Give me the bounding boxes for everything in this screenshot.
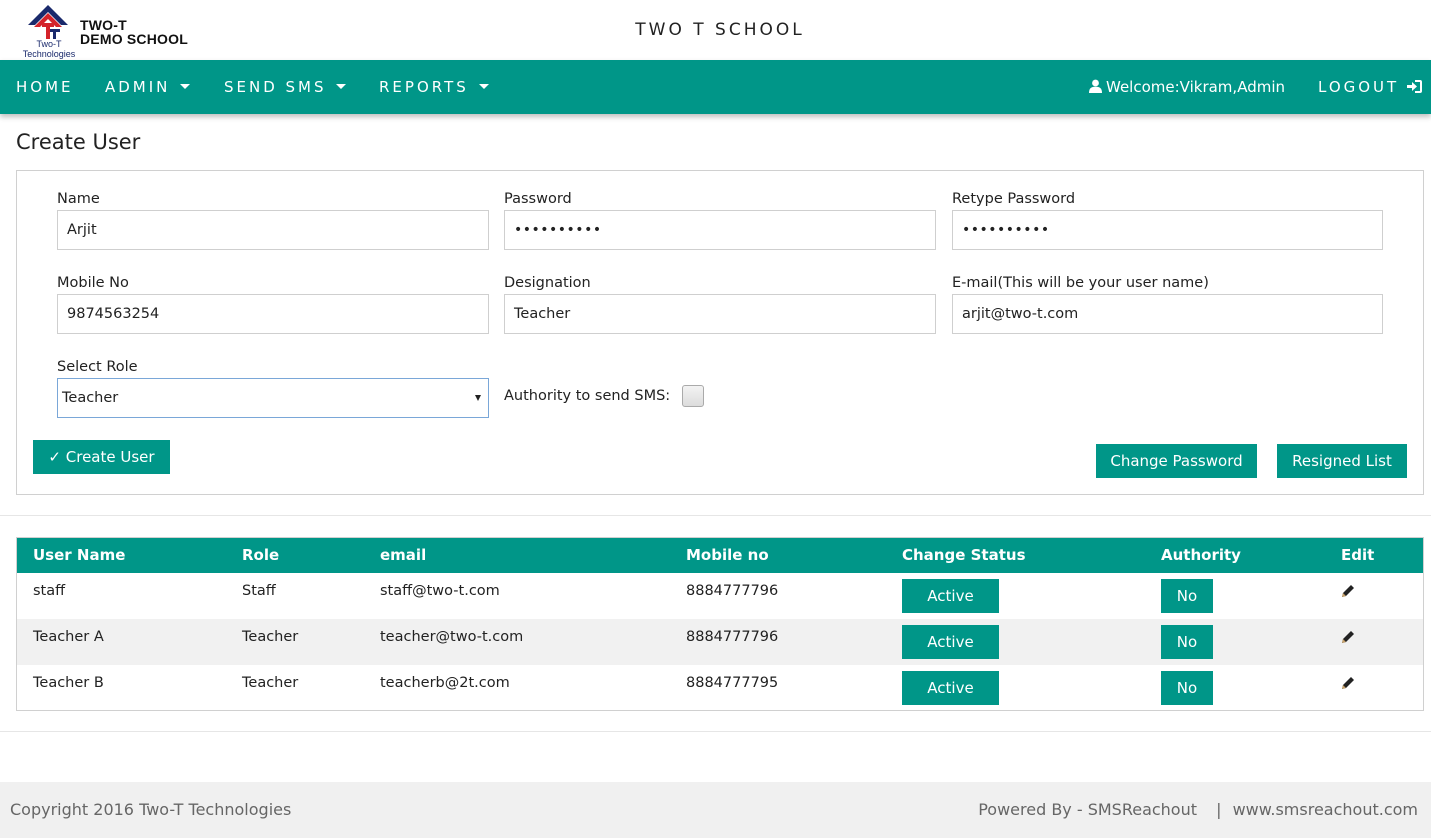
cell-user-name: Teacher A (33, 629, 104, 645)
welcome-user: Welcome:Vikram,Admin (1089, 60, 1285, 114)
table-header: User Name Role email Mobile no Change St… (17, 538, 1423, 573)
logo-caption-line2: Technologies (22, 49, 76, 59)
status-button[interactable]: Active (902, 625, 999, 659)
email-label: E-mail(This will be your user name) (952, 275, 1209, 291)
password-label: Password (504, 191, 572, 207)
pencil-icon[interactable] (1341, 584, 1355, 598)
role-select[interactable]: Teacher (57, 378, 489, 418)
logout-label: LOGOUT (1318, 78, 1400, 96)
col-edit: Edit (1341, 546, 1375, 564)
mobile-label: Mobile No (57, 275, 129, 291)
users-table: User Name Role email Mobile no Change St… (16, 537, 1424, 711)
pencil-icon[interactable] (1341, 676, 1355, 690)
main-navbar: HOME ADMIN SEND SMS REPORTS Welcome:Vikr… (0, 60, 1431, 114)
authority-button[interactable]: No (1161, 625, 1213, 659)
logo-caption: Two-T Technologies (18, 39, 80, 59)
cell-email: teacherb@2t.com (380, 675, 510, 691)
designation-label: Designation (504, 275, 591, 291)
footer: Copyright 2016 Two-T Technologies Powere… (0, 782, 1431, 838)
footer-credits: Powered By - SMSReachout | www.smsreacho… (978, 782, 1418, 838)
cell-user-name: Teacher B (33, 675, 104, 691)
cell-role: Teacher (242, 675, 299, 691)
cell-mobile: 8884777795 (686, 675, 779, 691)
cell-role: Teacher (242, 629, 299, 645)
email-input[interactable]: arjit@two-t.com (952, 294, 1383, 334)
caret-down-icon (180, 84, 191, 89)
nav-admin-label: ADMIN (105, 78, 171, 96)
dropdown-arrow-icon (475, 395, 481, 401)
change-password-button[interactable]: Change Password (1096, 444, 1257, 478)
caret-down-icon (336, 84, 347, 89)
col-change-status: Change Status (902, 546, 1026, 564)
name-input[interactable]: Arjit (57, 210, 489, 250)
retype-password-input[interactable]: •••••••••• (952, 210, 1383, 250)
role-label: Select Role (57, 359, 138, 375)
site-title: TWO T SCHOOL (635, 20, 805, 40)
status-button[interactable]: Active (902, 579, 999, 613)
cell-email: teacher@two-t.com (380, 629, 524, 645)
cell-mobile: 8884777796 (686, 583, 779, 599)
nav-reports[interactable]: REPORTS (379, 60, 489, 114)
resigned-list-button[interactable]: Resigned List (1277, 444, 1407, 478)
col-user-name: User Name (33, 546, 126, 564)
nav-home-label: HOME (16, 78, 74, 96)
cell-user-name: staff (33, 583, 66, 599)
nav-send-sms-label: SEND SMS (224, 78, 327, 96)
nav-home[interactable]: HOME (16, 60, 74, 114)
user-icon (1089, 79, 1102, 93)
col-role: Role (242, 546, 280, 564)
authority-button[interactable]: No (1161, 579, 1213, 613)
nav-send-sms[interactable]: SEND SMS (224, 60, 347, 114)
status-button[interactable]: Active (902, 671, 999, 705)
table-row: staff Staff staff@two-t.com 8884777796 A… (17, 573, 1423, 619)
section-divider (0, 731, 1431, 732)
pencil-icon[interactable] (1341, 630, 1355, 644)
role-select-value: Teacher (62, 390, 119, 406)
sign-in-icon (1406, 79, 1422, 93)
welcome-text: Welcome:Vikram,Admin (1106, 78, 1285, 96)
top-header: Two-T Technologies TWO-T DEMO SCHOOL TWO… (0, 0, 1431, 60)
sms-authority-checkbox[interactable] (682, 385, 704, 407)
designation-input[interactable]: Teacher (504, 294, 936, 334)
sms-authority-label: Authority to send SMS: (504, 388, 671, 404)
powered-by-link[interactable]: Powered By - SMSReachout (978, 800, 1197, 819)
website-link[interactable]: www.smsreachout.com (1233, 800, 1418, 819)
cell-mobile: 8884777796 (686, 629, 779, 645)
nav-admin[interactable]: ADMIN (105, 60, 191, 114)
cell-email: staff@two-t.com (380, 583, 500, 599)
caret-down-icon (478, 84, 489, 89)
name-label: Name (57, 191, 100, 207)
section-divider (0, 515, 1431, 516)
copyright-text: Copyright 2016 Two-T Technologies (10, 800, 292, 819)
col-authority: Authority (1161, 546, 1241, 564)
logo-caption-line1: Two-T (36, 39, 62, 49)
create-user-form: Name Arjit Password •••••••••• Retype Pa… (16, 170, 1424, 495)
authority-button[interactable]: No (1161, 671, 1213, 705)
col-mobile: Mobile no (686, 546, 769, 564)
table-row: Teacher B Teacher teacherb@2t.com 888477… (17, 665, 1423, 711)
nav-reports-label: REPORTS (379, 78, 469, 96)
table-row: Teacher A Teacher teacher@two-t.com 8884… (17, 619, 1423, 665)
page-title: Create User (16, 130, 141, 154)
footer-separator: | (1216, 800, 1222, 819)
logout-button[interactable]: LOGOUT (1318, 60, 1422, 114)
mobile-input[interactable]: 9874563254 (57, 294, 489, 334)
retype-password-label: Retype Password (952, 191, 1076, 207)
cell-role: Staff (242, 583, 276, 599)
password-input[interactable]: •••••••••• (504, 210, 936, 250)
col-email: email (380, 546, 427, 564)
create-user-button[interactable]: ✓ Create User (33, 440, 170, 474)
